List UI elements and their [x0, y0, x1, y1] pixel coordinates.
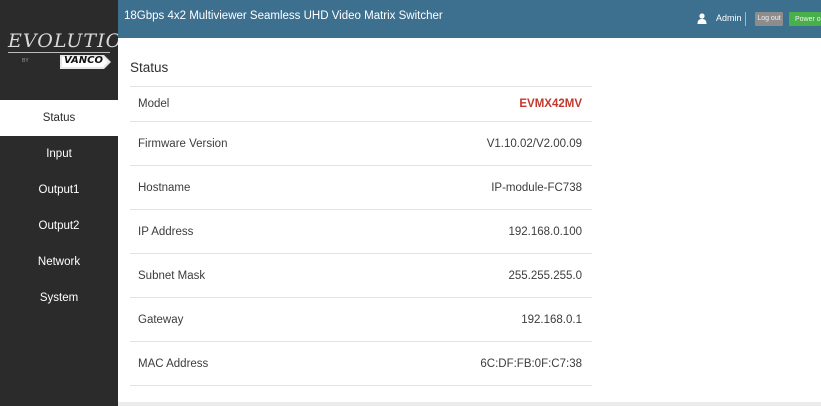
row-value: 192.168.0.1 — [521, 313, 582, 326]
page-title: Status — [130, 60, 169, 75]
main-panel: Status Model EVMX42MV Firmware Version V… — [118, 38, 821, 406]
status-table: Model EVMX42MV Firmware Version V1.10.02… — [130, 86, 592, 386]
row-label: Model — [138, 98, 170, 110]
table-row-gateway: Gateway 192.168.0.1 — [130, 298, 592, 342]
sidebar-item-system[interactable]: System — [0, 280, 118, 316]
row-label: Firmware Version — [138, 137, 228, 150]
sidebar-nav: Status Input Output1 Output2 Network Sys… — [0, 100, 118, 316]
power-on-button[interactable]: Power on — [789, 12, 821, 26]
header-divider — [745, 12, 746, 26]
user-icon — [697, 13, 707, 24]
logo-sub-text: VANCO — [64, 55, 104, 66]
user-name: Admin — [716, 13, 742, 23]
sidebar-item-network[interactable]: Network — [0, 244, 118, 280]
logo-by-text: BY — [22, 58, 29, 64]
sidebar-item-output2[interactable]: Output2 — [0, 208, 118, 244]
logo-divider — [8, 52, 110, 53]
table-row-mac-address: MAC Address 6C:DF:FB:0F:C7:38 — [130, 342, 592, 386]
row-label: Gateway — [138, 313, 184, 326]
table-row-subnet-mask: Subnet Mask 255.255.255.0 — [130, 254, 592, 298]
row-label: IP Address — [138, 225, 194, 238]
table-row-ip-address: IP Address 192.168.0.100 — [130, 210, 592, 254]
row-label: Hostname — [138, 181, 191, 194]
row-value: EVMX42MV — [519, 98, 582, 110]
table-row-firmware: Firmware Version V1.10.02/V2.00.09 — [130, 122, 592, 166]
sidebar-item-output1[interactable]: Output1 — [0, 172, 118, 208]
row-label: Subnet Mask — [138, 269, 206, 282]
device-title: 18Gbps 4x2 Multiviewer Seamless UHD Vide… — [124, 10, 443, 22]
logout-button[interactable]: Log out — [755, 12, 783, 26]
table-row-hostname: Hostname IP-module-FC738 — [130, 166, 592, 210]
sidebar-item-status[interactable]: Status — [0, 100, 118, 136]
sidebar: EVOLUTION BY VANCO Status Input Output1 … — [0, 0, 139, 406]
table-row-model: Model EVMX42MV — [130, 86, 592, 122]
header-bar: 18Gbps 4x2 Multiviewer Seamless UHD Vide… — [118, 0, 821, 38]
row-label: MAC Address — [138, 357, 209, 370]
content-bottom-edge — [118, 402, 821, 406]
row-value: V1.10.02/V2.00.09 — [486, 137, 582, 150]
row-value: 255.255.255.0 — [508, 269, 582, 282]
row-value: 6C:DF:FB:0F:C7:38 — [480, 357, 582, 370]
row-value: IP-module-FC738 — [491, 181, 582, 194]
row-value: 192.168.0.100 — [508, 225, 582, 238]
sidebar-item-input[interactable]: Input — [0, 136, 118, 172]
evolution-logo: EVOLUTION BY VANCO — [0, 0, 139, 100]
